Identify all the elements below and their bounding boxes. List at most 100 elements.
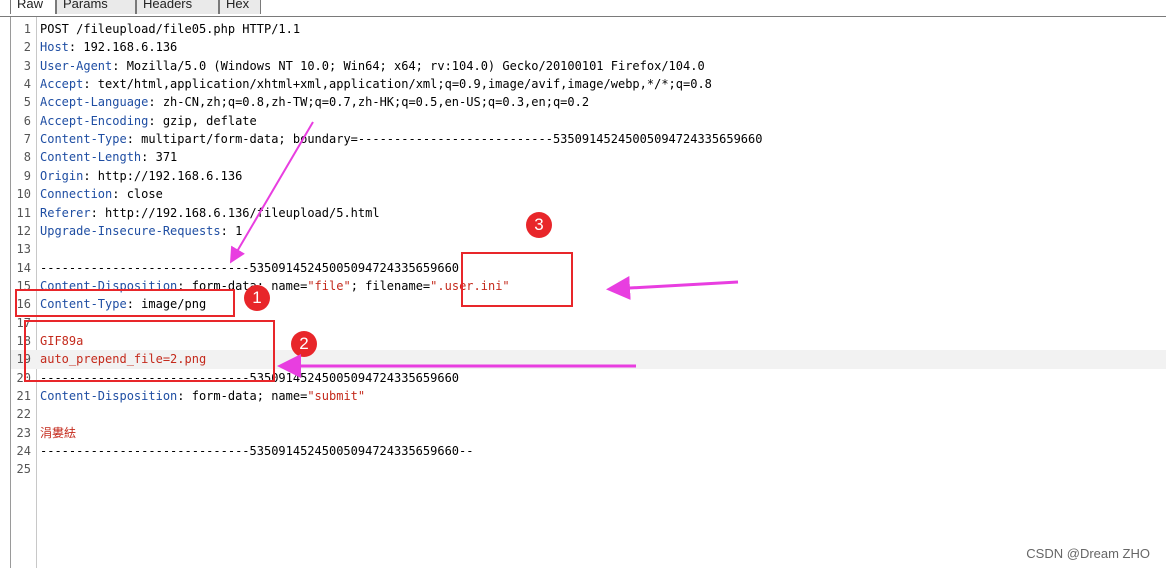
text-segment: : text/html,application/xhtml+xml,applic…	[83, 77, 712, 92]
request-line[interactable]: 3 User-Agent: Mozilla/5.0 (Windows NT 10.…	[11, 57, 1166, 75]
watermark: CSDN @Dream ZHO	[1026, 546, 1150, 561]
request-line[interactable]: 16 Content-Type: image/png	[11, 295, 1166, 313]
request-line[interactable]: 5 Accept-Language: zh-CN,zh;q=0.8,zh-TW;q…	[11, 93, 1166, 111]
line-content[interactable]: -----------------------------53509145245…	[40, 442, 473, 460]
string-value: "submit"	[307, 389, 366, 403]
request-line[interactable]: 9 Origin: http://192.168.6.136	[11, 167, 1166, 185]
request-line[interactable]: 23 涓婁紶	[11, 424, 1166, 442]
line-number: 10	[16, 187, 31, 202]
line-number: 6	[23, 113, 31, 128]
line-content[interactable]: Connection: close	[40, 185, 163, 203]
text-segment: -----------------------------53509145245…	[40, 260, 460, 275]
header-name: Referer	[40, 205, 91, 220]
request-line[interactable]: 14 -----------------------------535091452…	[11, 259, 1166, 277]
line-content[interactable]: -----------------------------53509145245…	[40, 369, 459, 387]
line-number: 15	[16, 278, 31, 293]
line-number: 4	[23, 77, 31, 92]
line-number: 16	[16, 297, 31, 312]
request-line[interactable]: 10 Connection: close	[11, 185, 1166, 203]
text-segment: : close	[112, 187, 163, 202]
request-line[interactable]: 20 -----------------------------535091452…	[11, 369, 1166, 387]
text-segment: : 1	[220, 223, 243, 238]
line-content[interactable]: Upgrade-Insecure-Requests: 1	[40, 222, 242, 240]
line-number: 22	[16, 407, 31, 422]
line-content[interactable]: auto_prepend_file=2.png	[40, 350, 206, 368]
request-line[interactable]: 1 POST /fileupload/file05.php HTTP/1.1	[11, 20, 1166, 38]
header-name: Host	[40, 40, 69, 55]
tab-bar: Raw Params Headers Hex	[0, 0, 1166, 17]
text-segment: : 371	[141, 150, 178, 165]
request-line[interactable]: 11 Referer: http://192.168.6.136/fileuplo…	[11, 204, 1166, 222]
header-name: Content-Type	[40, 297, 127, 312]
request-line[interactable]: 7 Content-Type: multipart/form-data; boun…	[11, 130, 1166, 148]
line-content[interactable]: Content-Length: 371	[40, 148, 177, 166]
tab-raw[interactable]: Raw	[10, 0, 56, 14]
text-segment: : form-data; name=	[177, 389, 308, 403]
request-line[interactable]: 19 auto_prepend_file=2.png	[11, 350, 1166, 369]
string-value: GIF89a	[40, 333, 84, 348]
line-number: 7	[23, 132, 31, 147]
line-content[interactable]: Accept-Language: zh-CN,zh;q=0.8,zh-TW;q=…	[40, 93, 589, 111]
line-content[interactable]: POST /fileupload/file05.php HTTP/1.1	[40, 20, 300, 38]
line-content[interactable]: Content-Type: image/png	[40, 295, 206, 313]
request-line[interactable]: 25	[11, 460, 1166, 478]
text-segment: : multipart/form-data; boundary=--------…	[126, 132, 763, 147]
line-number: 12	[16, 223, 31, 238]
text-segment: -----------------------------53509145245…	[40, 370, 460, 385]
header-name: Accept	[40, 77, 84, 92]
text-segment: ; filename=	[350, 278, 431, 293]
text-segment: : http://192.168.6.136	[83, 168, 243, 183]
line-number: 23	[16, 425, 31, 440]
header-name: Content-Length	[40, 150, 142, 165]
header-name: User-Agent	[40, 58, 113, 73]
request-line[interactable]: 18 GIF89a	[11, 332, 1166, 350]
request-line[interactable]: 24 -----------------------------535091452…	[11, 442, 1166, 460]
line-number: 14	[16, 260, 31, 275]
line-number: 21	[16, 389, 31, 403]
request-line[interactable]: 21 Content-Disposition: form-data; name="…	[11, 387, 1166, 405]
request-line[interactable]: 6 Accept-Encoding: gzip, deflate	[11, 112, 1166, 130]
text-segment: : http://192.168.6.136/fileupload/5.html	[90, 205, 380, 220]
tab-hex[interactable]: Hex	[219, 0, 261, 14]
tab-headers[interactable]: Headers	[136, 0, 219, 14]
header-name: Content-Disposition	[40, 389, 178, 403]
request-line[interactable]: 22	[11, 405, 1166, 423]
string-value: ".user.ini"	[430, 278, 510, 293]
request-line[interactable]: 13	[11, 240, 1166, 258]
tab-params[interactable]: Params	[56, 0, 136, 14]
text-segment: POST /fileupload/file05.php HTTP/1.1	[40, 22, 301, 36]
line-number: 18	[16, 333, 31, 348]
text-segment: : zh-CN,zh;q=0.8,zh-TW;q=0.7,zh-HK;q=0.5…	[148, 95, 590, 110]
request-line[interactable]: 8 Content-Length: 371	[11, 148, 1166, 166]
line-content[interactable]: 涓婁紶	[40, 424, 76, 442]
line-content[interactable]: Referer: http://192.168.6.136/fileupload…	[40, 204, 380, 222]
line-number: 24	[16, 444, 31, 459]
line-content[interactable]: GIF89a	[40, 332, 83, 350]
header-name: Upgrade-Insecure-Requests	[40, 223, 221, 238]
line-content[interactable]: Content-Disposition: form-data; name="fi…	[40, 277, 510, 295]
request-line[interactable]: 15 Content-Disposition: form-data; name="…	[11, 277, 1166, 295]
line-number: 25	[16, 462, 31, 477]
request-line[interactable]: 4 Accept: text/html,application/xhtml+xml…	[11, 75, 1166, 93]
line-content[interactable]: Content-Disposition: form-data; name="su…	[40, 387, 365, 405]
line-number: 13	[16, 242, 31, 257]
text-segment: : Mozilla/5.0 (Windows NT 10.0; Win64; x…	[112, 58, 705, 73]
string-value: "file"	[307, 278, 351, 293]
burp-request-viewer: Raw Params Headers Hex 1 POST /fileupload…	[0, 0, 1166, 568]
line-content[interactable]: User-Agent: Mozilla/5.0 (Windows NT 10.0…	[40, 57, 705, 75]
line-content[interactable]: Origin: http://192.168.6.136	[40, 167, 242, 185]
header-name: Content-Disposition	[40, 278, 178, 293]
header-name: Accept-Encoding	[40, 113, 149, 128]
line-content[interactable]: Host: 192.168.6.136	[40, 38, 177, 56]
line-content[interactable]: Accept: text/html,application/xhtml+xml,…	[40, 75, 712, 93]
line-number: 19	[16, 352, 31, 367]
request-editor[interactable]: 1 POST /fileupload/file05.php HTTP/1.1 2 Ho…	[10, 17, 1166, 568]
line-content[interactable]: Accept-Encoding: gzip, deflate	[40, 112, 257, 130]
request-line[interactable]: 2 Host: 192.168.6.136	[11, 38, 1166, 56]
line-number: 20	[16, 370, 31, 385]
line-content[interactable]: Content-Type: multipart/form-data; bound…	[40, 130, 762, 148]
line-number: 2	[23, 40, 31, 55]
line-content[interactable]: -----------------------------53509145245…	[40, 259, 459, 277]
request-line[interactable]: 17	[11, 314, 1166, 332]
request-line[interactable]: 12 Upgrade-Insecure-Requests: 1	[11, 222, 1166, 240]
